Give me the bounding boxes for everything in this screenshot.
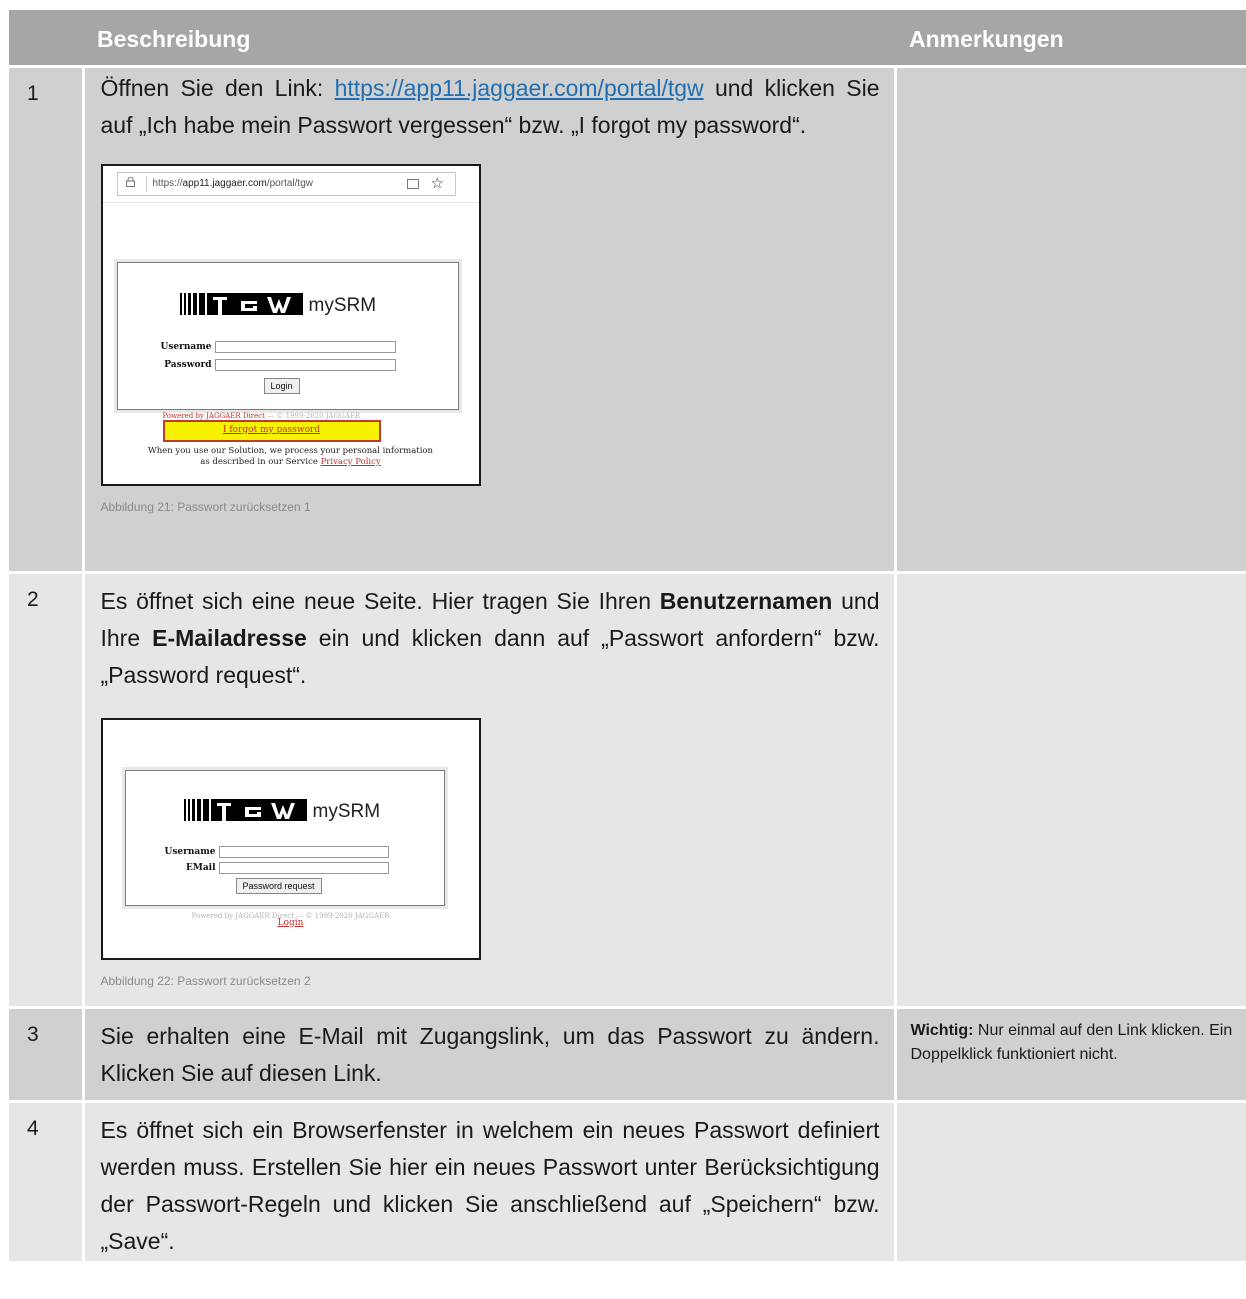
step-description: Sie erhalten eine E-Mail mit Zugangslink… bbox=[83, 1005, 897, 1101]
request-box: mySRM Username EMail Password request bbox=[121, 766, 448, 909]
url-prefix: https:// bbox=[152, 177, 183, 189]
tgw-logo: mySRM bbox=[179, 292, 377, 316]
header-notes: Anmerkungen bbox=[895, 10, 1246, 66]
password-row: Password bbox=[150, 358, 396, 371]
text-fragment: Öffnen Sie den Link: bbox=[100, 74, 335, 101]
logo-text: mySRM bbox=[312, 800, 381, 822]
email-row: EMail bbox=[156, 861, 389, 874]
password-request-screenshot: mySRM Username EMail Password request Po… bbox=[100, 717, 481, 960]
url-separator bbox=[145, 175, 147, 192]
table-row: 1 Öffnen Sie den Link: https://app11.jag… bbox=[9, 64, 1246, 572]
logo-text: mySRM bbox=[308, 294, 377, 316]
star-icon: ☆ bbox=[430, 173, 444, 192]
table-header: Beschreibung Anmerkungen bbox=[9, 10, 1246, 66]
step-number: 4 bbox=[9, 1099, 85, 1261]
step-description: Es öffnet sich eine neue Seite. Hier tra… bbox=[83, 570, 897, 1007]
step-notes bbox=[895, 570, 1246, 1007]
step-number: 1 bbox=[9, 64, 85, 572]
header-description: Beschreibung bbox=[83, 10, 895, 66]
text-fragment: Es öffnet sich eine neue Seite. Hier tra… bbox=[100, 587, 660, 614]
password-request-button[interactable]: Password request bbox=[235, 877, 322, 894]
password-field[interactable] bbox=[214, 358, 396, 371]
login-box: mySRM Username Password Login bbox=[113, 258, 462, 413]
powered-by-text: Powered by JAGGAER Direct — © 1999-2020 … bbox=[163, 412, 361, 420]
login-page-screenshot: https://app11.jaggaer.com/portal/tgw ☆ m… bbox=[100, 163, 481, 486]
lock-icon bbox=[125, 176, 135, 187]
login-button[interactable]: Login bbox=[263, 377, 300, 394]
url-path: /portal/tgw bbox=[266, 177, 313, 189]
email-label: EMail bbox=[186, 862, 216, 873]
email-field[interactable] bbox=[218, 861, 389, 874]
powered-by-link: Powered by JAGGAER Direct bbox=[162, 411, 265, 420]
logo-block bbox=[210, 798, 307, 821]
privacy-text: as described in our Service bbox=[200, 456, 321, 467]
username-row: Username bbox=[150, 340, 396, 353]
url-text: https://app11.jaggaer.com/portal/tgw bbox=[153, 178, 313, 189]
step-text: Es öffnet sich ein Browserfenster in wel… bbox=[100, 1116, 880, 1254]
step-notes bbox=[895, 1099, 1246, 1261]
step-number: 3 bbox=[9, 1005, 85, 1101]
username-field[interactable] bbox=[214, 340, 396, 353]
table-row: 2 Es öffnet sich eine neue Seite. Hier t… bbox=[9, 570, 1246, 1007]
step-text: Es öffnet sich eine neue Seite. Hier tra… bbox=[101, 583, 880, 694]
reader-view-icon bbox=[406, 178, 419, 189]
step-notes: Wichtig: Nur einmal auf den Link klicken… bbox=[895, 1005, 1246, 1101]
step-text: Öffnen Sie den Link: https://app11.jagga… bbox=[101, 70, 880, 144]
logo-block bbox=[206, 292, 303, 315]
password-label: Password bbox=[164, 359, 212, 370]
step-number: 2 bbox=[9, 570, 85, 1007]
login-link[interactable]: Login bbox=[103, 918, 479, 928]
privacy-policy-link[interactable]: Privacy Policy bbox=[321, 457, 381, 467]
step-notes bbox=[895, 64, 1246, 572]
step-description: Öffnen Sie den Link: https://app11.jagga… bbox=[83, 64, 897, 572]
header-number bbox=[9, 10, 83, 66]
figure-caption: Abbildung 21: Passwort zurücksetzen 1 bbox=[100, 499, 311, 514]
username-label: Username bbox=[164, 846, 216, 857]
logo-bars bbox=[179, 292, 205, 315]
instruction-table: Beschreibung Anmerkungen 1 Öffnen Sie de… bbox=[9, 10, 1246, 1261]
tgw-logo: mySRM bbox=[183, 798, 381, 822]
forgot-password-link[interactable]: I forgot my password bbox=[162, 419, 381, 442]
bold-text: Benutzernamen bbox=[659, 587, 833, 614]
privacy-line-1: When you use our Solution, we process yo… bbox=[147, 445, 434, 456]
figure-caption: Abbildung 22: Passwort zurücksetzen 2 bbox=[100, 973, 311, 988]
url-host: app11.jaggaer.com bbox=[182, 177, 267, 189]
copyright-text: — © 1999-2020 JAGGAER bbox=[264, 411, 361, 420]
logo-bars bbox=[183, 798, 209, 821]
username-row: Username bbox=[156, 845, 389, 858]
important-label: Wichtig: bbox=[910, 1021, 974, 1039]
address-bar: https://app11.jaggaer.com/portal/tgw ☆ bbox=[116, 171, 456, 196]
table-row: 3 Sie erhalten eine E-Mail mit Zugangsli… bbox=[9, 1005, 1246, 1101]
step-description: Es öffnet sich ein Browserfenster in wel… bbox=[83, 1099, 897, 1261]
browser-divider bbox=[102, 201, 479, 203]
table-row: 4 Es öffnet sich ein Browserfenster in w… bbox=[9, 1099, 1246, 1261]
bold-text: E-Mailadresse bbox=[152, 624, 307, 651]
username-field[interactable] bbox=[218, 845, 389, 858]
privacy-line-2: as described in our Service Privacy Poli… bbox=[103, 457, 479, 468]
privacy-notice: When you use our Solution, we process yo… bbox=[103, 446, 479, 468]
step-text: Sie erhalten eine E-Mail mit Zugangslink… bbox=[100, 1022, 880, 1086]
portal-link[interactable]: https://app11.jaggaer.com/portal/tgw bbox=[335, 75, 704, 101]
username-label: Username bbox=[160, 341, 212, 352]
